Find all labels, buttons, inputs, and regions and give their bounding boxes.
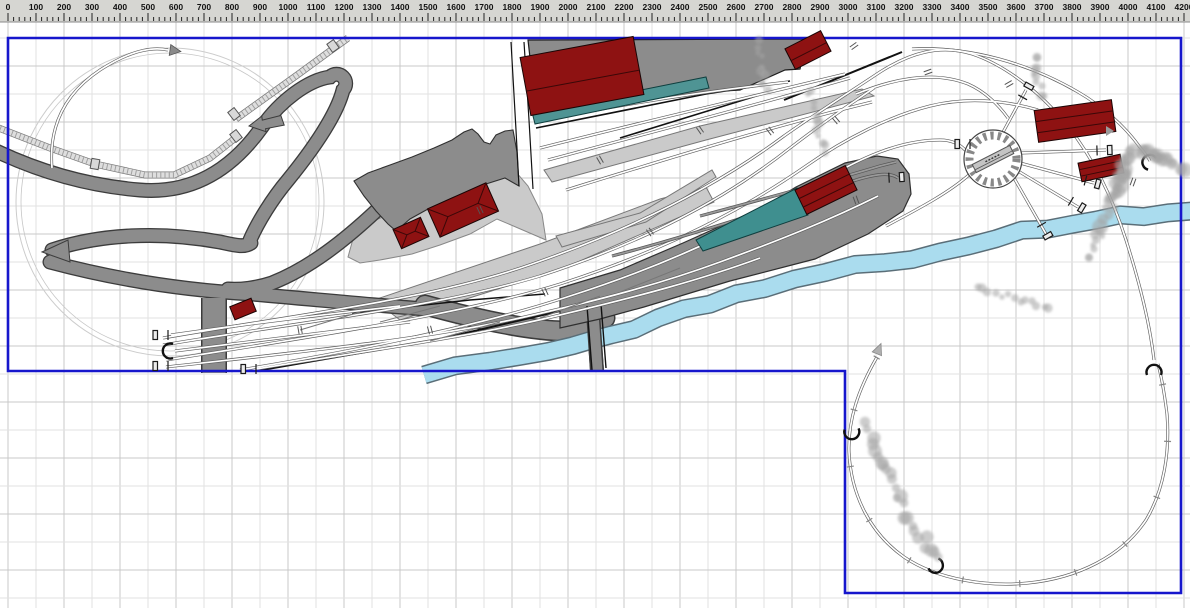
svg-text:2700: 2700 — [755, 2, 774, 12]
svg-text:700: 700 — [197, 2, 211, 12]
svg-text:0: 0 — [6, 2, 11, 12]
svg-text:900: 900 — [253, 2, 267, 12]
svg-text:2500: 2500 — [699, 2, 718, 12]
svg-text:3000: 3000 — [839, 2, 858, 12]
svg-text:2200: 2200 — [615, 2, 634, 12]
svg-text:1000: 1000 — [279, 2, 298, 12]
svg-text:1700: 1700 — [475, 2, 494, 12]
svg-text:2300: 2300 — [643, 2, 662, 12]
svg-text:3400: 3400 — [951, 2, 970, 12]
svg-text:400: 400 — [113, 2, 127, 12]
svg-text:3100: 3100 — [867, 2, 886, 12]
svg-text:300: 300 — [85, 2, 99, 12]
svg-text:3200: 3200 — [895, 2, 914, 12]
svg-text:4000: 4000 — [1119, 2, 1138, 12]
svg-text:2900: 2900 — [811, 2, 830, 12]
svg-text:4200: 4200 — [1175, 2, 1190, 12]
svg-text:4100: 4100 — [1147, 2, 1166, 12]
svg-text:600: 600 — [169, 2, 183, 12]
svg-text:3600: 3600 — [1007, 2, 1026, 12]
svg-text:3300: 3300 — [923, 2, 942, 12]
svg-text:2100: 2100 — [587, 2, 606, 12]
svg-text:2800: 2800 — [783, 2, 802, 12]
svg-text:1100: 1100 — [307, 2, 326, 12]
svg-text:3700: 3700 — [1035, 2, 1054, 12]
svg-text:1600: 1600 — [447, 2, 466, 12]
svg-text:1400: 1400 — [391, 2, 410, 12]
svg-text:3500: 3500 — [979, 2, 998, 12]
svg-text:1200: 1200 — [335, 2, 354, 12]
svg-text:200: 200 — [57, 2, 71, 12]
svg-text:1900: 1900 — [531, 2, 550, 12]
svg-text:500: 500 — [141, 2, 155, 12]
svg-text:1800: 1800 — [503, 2, 522, 12]
svg-text:1300: 1300 — [363, 2, 382, 12]
svg-text:2600: 2600 — [727, 2, 746, 12]
svg-text:1500: 1500 — [419, 2, 438, 12]
svg-text:2400: 2400 — [671, 2, 690, 12]
svg-text:800: 800 — [225, 2, 239, 12]
svg-text:2000: 2000 — [559, 2, 578, 12]
svg-text:3900: 3900 — [1091, 2, 1110, 12]
svg-text:3800: 3800 — [1063, 2, 1082, 12]
svg-text:100: 100 — [29, 2, 43, 12]
